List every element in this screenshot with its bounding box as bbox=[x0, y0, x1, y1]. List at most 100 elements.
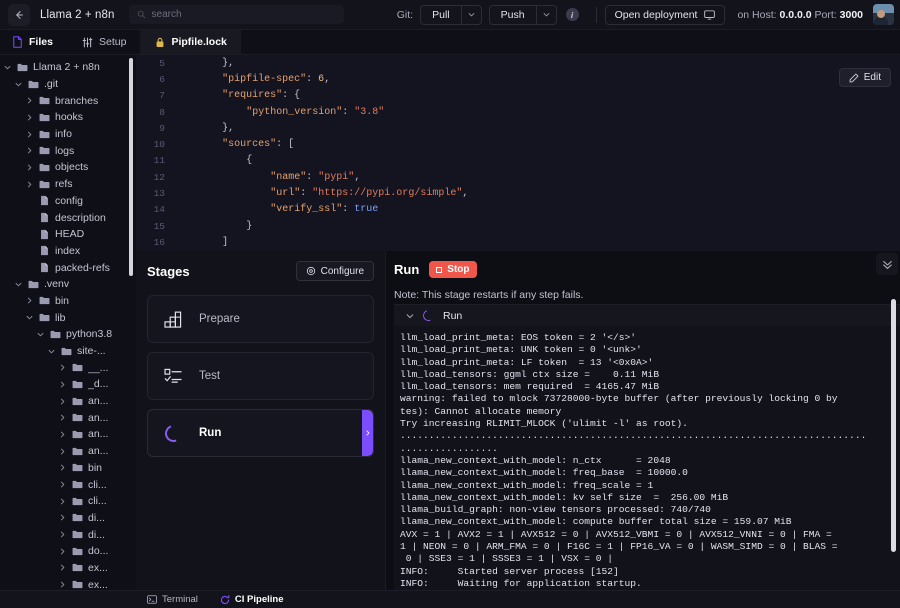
chevron-right-icon[interactable] bbox=[26, 114, 38, 121]
chevron-right-icon[interactable] bbox=[59, 431, 71, 438]
push-dropdown-chevron-down-icon[interactable] bbox=[535, 5, 556, 24]
search-input[interactable]: search bbox=[128, 5, 344, 24]
file-tree-item[interactable]: logs bbox=[0, 142, 136, 159]
code-line-text[interactable]: "pipfile-spec": 6, bbox=[174, 74, 330, 85]
file-tree-item[interactable]: .git bbox=[0, 76, 136, 93]
chevron-down-icon[interactable] bbox=[15, 281, 27, 288]
code-line-text[interactable]: "sources": [ bbox=[174, 139, 294, 150]
console-header[interactable]: Run bbox=[394, 305, 900, 326]
pull-dropdown-chevron-down-icon[interactable] bbox=[460, 5, 481, 24]
file-tree-item[interactable]: __... bbox=[0, 359, 136, 376]
code-line-text[interactable]: "name": "pypi", bbox=[174, 172, 360, 183]
status-item-ci-pipeline[interactable]: CI Pipeline bbox=[209, 591, 295, 608]
file-tree-scrollbar[interactable] bbox=[129, 58, 133, 276]
file-tree-item[interactable]: index bbox=[0, 243, 136, 260]
file-tree-item[interactable]: cli... bbox=[0, 476, 136, 493]
file-tree-item[interactable]: description bbox=[0, 209, 136, 226]
file-tree-item[interactable]: python3.8 bbox=[0, 326, 136, 343]
back-button[interactable] bbox=[8, 3, 30, 26]
chevron-right-icon[interactable] bbox=[59, 464, 71, 471]
push-button[interactable]: Push bbox=[490, 6, 536, 24]
file-tree-item[interactable]: cli... bbox=[0, 493, 136, 510]
chevron-right-icon[interactable] bbox=[26, 131, 38, 138]
file-tree-item[interactable]: Llama 2 + n8n bbox=[0, 59, 136, 76]
file-tree-item[interactable]: an... bbox=[0, 409, 136, 426]
file-tree[interactable]: Llama 2 + n8n .git branches hooks info logs ob… bbox=[0, 55, 136, 590]
file-tree-item[interactable]: refs bbox=[0, 176, 136, 193]
file-tree-item[interactable]: do... bbox=[0, 543, 136, 560]
stage-item-prepare[interactable]: Prepare bbox=[147, 295, 374, 343]
chevron-right-icon[interactable] bbox=[26, 181, 38, 188]
file-tree-item[interactable]: objects bbox=[0, 159, 136, 176]
file-tree-item[interactable]: an... bbox=[0, 426, 136, 443]
console-chevron-down-icon[interactable] bbox=[406, 312, 414, 320]
chevron-right-icon[interactable] bbox=[59, 448, 71, 455]
file-tree-item[interactable]: di... bbox=[0, 526, 136, 543]
code-line-text[interactable]: } bbox=[174, 221, 252, 232]
stop-button[interactable]: Stop bbox=[429, 261, 477, 278]
stage-item-test[interactable]: Test bbox=[147, 352, 374, 400]
stage-item-run[interactable]: Run bbox=[147, 409, 374, 457]
tab-files[interactable]: Files bbox=[0, 30, 68, 54]
console-output[interactable]: llm_load_print_meta: EOS token = 2 '</s>… bbox=[394, 326, 900, 590]
chevron-down-icon[interactable] bbox=[48, 348, 60, 355]
chevron-right-icon[interactable] bbox=[59, 514, 71, 521]
code-line-text[interactable]: "requires": { bbox=[174, 90, 300, 101]
code-line-text[interactable]: "url": "https://pypi.org/simple", bbox=[174, 188, 468, 199]
chevron-right-icon[interactable] bbox=[59, 364, 71, 371]
file-tree-item[interactable]: info bbox=[0, 126, 136, 143]
chevron-right-icon[interactable] bbox=[26, 97, 38, 104]
chevron-right-icon[interactable] bbox=[59, 414, 71, 421]
chevron-right-icon[interactable] bbox=[59, 498, 71, 505]
collapse-panel-button[interactable] bbox=[876, 253, 898, 275]
chevron-right-icon[interactable] bbox=[26, 164, 38, 171]
chevron-right-icon[interactable] bbox=[59, 548, 71, 555]
open-deployment-button[interactable]: Open deployment bbox=[604, 4, 726, 25]
code-line-text[interactable]: "python_version": "3.8" bbox=[174, 107, 384, 118]
chevron-right-icon[interactable] bbox=[59, 481, 71, 488]
file-tree-item[interactable]: HEAD bbox=[0, 226, 136, 243]
chevron-right-icon[interactable] bbox=[59, 531, 71, 538]
file-tree-item[interactable]: bin bbox=[0, 293, 136, 310]
file-tree-item[interactable]: _d... bbox=[0, 376, 136, 393]
file-tree-item[interactable]: branches bbox=[0, 92, 136, 109]
file-tree-item[interactable]: di... bbox=[0, 510, 136, 527]
chevron-right-icon[interactable] bbox=[59, 581, 71, 588]
chevron-right-icon[interactable] bbox=[26, 147, 38, 154]
file-tree-item[interactable]: packed-refs bbox=[0, 259, 136, 276]
code-editor[interactable]: 5 }, 6 "pipfile-spec": 6, 7 "requires": {8… bbox=[136, 55, 900, 251]
chevron-right-icon[interactable] bbox=[59, 398, 71, 405]
avatar[interactable] bbox=[873, 4, 894, 25]
tab-setup[interactable]: Setup bbox=[68, 30, 140, 54]
chevron-down-icon[interactable] bbox=[4, 64, 16, 71]
file-tree-item[interactable]: site-... bbox=[0, 343, 136, 360]
file-tree-item[interactable]: bin bbox=[0, 460, 136, 477]
file-tree-item[interactable]: config bbox=[0, 193, 136, 210]
edit-button[interactable]: Edit bbox=[838, 68, 891, 87]
status-item-terminal[interactable]: Terminal bbox=[136, 591, 209, 608]
chevron-right-icon[interactable] bbox=[59, 381, 71, 388]
chevron-down-icon[interactable] bbox=[15, 81, 27, 88]
file-tree-item[interactable]: lib bbox=[0, 309, 136, 326]
file-tree-item[interactable]: .venv bbox=[0, 276, 136, 293]
code-line-text[interactable]: }, bbox=[174, 58, 234, 69]
code-line-text[interactable]: "verify_ssl": true bbox=[174, 204, 378, 215]
chevron-right-icon[interactable] bbox=[59, 564, 71, 571]
code-line-text[interactable]: ] bbox=[174, 237, 228, 248]
chevron-down-icon[interactable] bbox=[26, 314, 38, 321]
console-scrollbar[interactable] bbox=[891, 299, 896, 552]
file-tree-item[interactable]: an... bbox=[0, 443, 136, 460]
chevron-right-icon[interactable] bbox=[26, 297, 38, 304]
code-line-text[interactable]: }, bbox=[174, 123, 234, 134]
configure-button[interactable]: Configure bbox=[295, 261, 374, 281]
tab-pipfile-lock[interactable]: Pipfile.lock bbox=[140, 30, 241, 54]
chevron-down-icon[interactable] bbox=[37, 331, 49, 338]
file-tree-item[interactable]: an... bbox=[0, 393, 136, 410]
file-tree-item[interactable]: ex... bbox=[0, 560, 136, 577]
stage-chevron-right-icon[interactable] bbox=[362, 410, 373, 456]
pull-button[interactable]: Pull bbox=[421, 6, 461, 24]
code-line-text[interactable]: { bbox=[174, 155, 252, 166]
file-tree-item[interactable]: ex... bbox=[0, 576, 136, 590]
info-icon[interactable]: i bbox=[565, 8, 579, 21]
file-tree-item[interactable]: hooks bbox=[0, 109, 136, 126]
